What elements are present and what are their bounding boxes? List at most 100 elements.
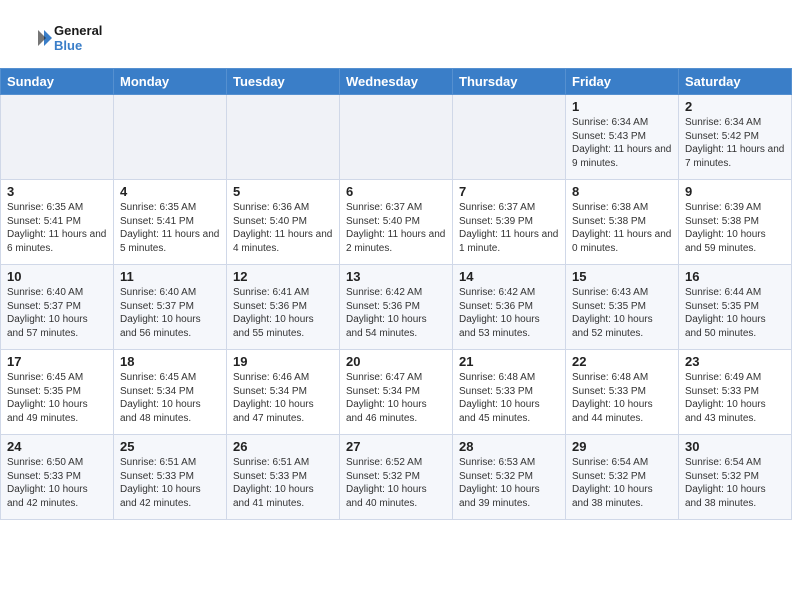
weekday-header: Sunday — [1, 69, 114, 95]
calendar-cell — [1, 95, 114, 180]
logo: General Blue — [24, 18, 114, 58]
calendar-cell — [453, 95, 566, 180]
day-content: Sunrise: 6:53 AM Sunset: 5:32 PM Dayligh… — [459, 456, 559, 510]
day-number: 7 — [459, 184, 559, 199]
day-content: Sunrise: 6:38 AM Sunset: 5:38 PM Dayligh… — [572, 201, 672, 255]
calendar-cell — [227, 95, 340, 180]
calendar-cell: 4 Sunrise: 6:35 AM Sunset: 5:41 PM Daylig… — [114, 180, 227, 265]
calendar-table: SundayMondayTuesdayWednesdayThursdayFrid… — [0, 68, 792, 520]
calendar-cell: 3Sunrise: 6:35 AM Sunset: 5:41 PM Daylig… — [1, 180, 114, 265]
day-content: Sunrise: 6:34 AM Sunset: 5:43 PM Dayligh… — [572, 116, 672, 170]
day-number: 20 — [346, 354, 446, 369]
weekday-header: Friday — [566, 69, 679, 95]
day-content: Sunrise: 6:41 AM Sunset: 5:36 PM Dayligh… — [233, 286, 333, 340]
day-number: 6 — [346, 184, 446, 199]
weekday-header: Saturday — [679, 69, 792, 95]
calendar-cell: 7Sunrise: 6:37 AM Sunset: 5:39 PM Daylig… — [453, 180, 566, 265]
day-number: 22 — [572, 354, 672, 369]
calendar-cell: 11 Sunrise: 6:40 AM Sunset: 5:37 PM Dayli… — [114, 265, 227, 350]
calendar-cell: 30 Sunrise: 6:54 AM Sunset: 5:32 PM Dayli… — [679, 435, 792, 520]
day-number: 28 — [459, 439, 559, 454]
calendar-cell: 29 Sunrise: 6:54 AM Sunset: 5:32 PM Dayli… — [566, 435, 679, 520]
calendar-cell: 26 Sunrise: 6:51 AM Sunset: 5:33 PM Dayli… — [227, 435, 340, 520]
calendar-cell: 22Sunrise: 6:48 AM Sunset: 5:33 PM Dayli… — [566, 350, 679, 435]
day-number: 11 — [120, 269, 220, 284]
day-content: Sunrise: 6:45 AM Sunset: 5:35 PM Dayligh… — [7, 371, 107, 425]
day-number: 24 — [7, 439, 107, 454]
weekday-header: Tuesday — [227, 69, 340, 95]
day-content: Sunrise: 6:40 AM Sunset: 5:37 PM Dayligh… — [120, 286, 220, 340]
day-number: 18 — [120, 354, 220, 369]
weekday-row: SundayMondayTuesdayWednesdayThursdayFrid… — [1, 69, 792, 95]
calendar-cell: 12 Sunrise: 6:41 AM Sunset: 5:36 PM Dayli… — [227, 265, 340, 350]
day-number: 17 — [7, 354, 107, 369]
day-content: Sunrise: 6:51 AM Sunset: 5:33 PM Dayligh… — [120, 456, 220, 510]
day-content: Sunrise: 6:36 AM Sunset: 5:40 PM Dayligh… — [233, 201, 333, 255]
calendar-body: 1 Sunrise: 6:34 AM Sunset: 5:43 PM Daylig… — [1, 95, 792, 520]
calendar-cell: 24 Sunrise: 6:50 AM Sunset: 5:33 PM Dayli… — [1, 435, 114, 520]
day-number: 1 — [572, 99, 672, 114]
day-content: Sunrise: 6:43 AM Sunset: 5:35 PM Dayligh… — [572, 286, 672, 340]
day-content: Sunrise: 6:42 AM Sunset: 5:36 PM Dayligh… — [346, 286, 446, 340]
day-content: Sunrise: 6:40 AM Sunset: 5:37 PM Dayligh… — [7, 286, 107, 340]
day-content: Sunrise: 6:51 AM Sunset: 5:33 PM Dayligh… — [233, 456, 333, 510]
calendar-cell: 9 Sunrise: 6:39 AM Sunset: 5:38 PM Daylig… — [679, 180, 792, 265]
calendar-cell: 13Sunrise: 6:42 AM Sunset: 5:36 PM Dayli… — [340, 265, 453, 350]
day-content: Sunrise: 6:39 AM Sunset: 5:38 PM Dayligh… — [685, 201, 785, 255]
day-number: 29 — [572, 439, 672, 454]
day-number: 30 — [685, 439, 785, 454]
calendar-cell: 14 Sunrise: 6:42 AM Sunset: 5:36 PM Dayli… — [453, 265, 566, 350]
calendar-cell — [114, 95, 227, 180]
weekday-header: Monday — [114, 69, 227, 95]
calendar-cell: 1 Sunrise: 6:34 AM Sunset: 5:43 PM Daylig… — [566, 95, 679, 180]
calendar-cell: 10 Sunrise: 6:40 AM Sunset: 5:37 PM Dayli… — [1, 265, 114, 350]
day-content: Sunrise: 6:54 AM Sunset: 5:32 PM Dayligh… — [685, 456, 785, 510]
calendar-cell: 5 Sunrise: 6:36 AM Sunset: 5:40 PM Daylig… — [227, 180, 340, 265]
day-content: Sunrise: 6:37 AM Sunset: 5:40 PM Dayligh… — [346, 201, 446, 255]
calendar-cell: 15 Sunrise: 6:43 AM Sunset: 5:35 PM Dayli… — [566, 265, 679, 350]
calendar-cell: 27Sunrise: 6:52 AM Sunset: 5:32 PM Dayli… — [340, 435, 453, 520]
day-content: Sunrise: 6:42 AM Sunset: 5:36 PM Dayligh… — [459, 286, 559, 340]
day-number: 26 — [233, 439, 333, 454]
svg-text:General: General — [54, 23, 102, 38]
calendar-week-row: 24 Sunrise: 6:50 AM Sunset: 5:33 PM Dayli… — [1, 435, 792, 520]
day-content: Sunrise: 6:50 AM Sunset: 5:33 PM Dayligh… — [7, 456, 107, 510]
weekday-header: Thursday — [453, 69, 566, 95]
day-number: 16 — [685, 269, 785, 284]
calendar-cell — [340, 95, 453, 180]
day-number: 19 — [233, 354, 333, 369]
day-number: 8 — [572, 184, 672, 199]
calendar-cell: 20 Sunrise: 6:47 AM Sunset: 5:34 PM Dayli… — [340, 350, 453, 435]
svg-text:Blue: Blue — [54, 38, 82, 53]
calendar-cell: 8 Sunrise: 6:38 AM Sunset: 5:38 PM Daylig… — [566, 180, 679, 265]
calendar-cell: 23Sunrise: 6:49 AM Sunset: 5:33 PM Dayli… — [679, 350, 792, 435]
weekday-header: Wednesday — [340, 69, 453, 95]
day-number: 10 — [7, 269, 107, 284]
day-number: 21 — [459, 354, 559, 369]
calendar-cell: 6 Sunrise: 6:37 AM Sunset: 5:40 PM Daylig… — [340, 180, 453, 265]
day-number: 5 — [233, 184, 333, 199]
calendar-cell: 19 Sunrise: 6:46 AM Sunset: 5:34 PM Dayli… — [227, 350, 340, 435]
day-content: Sunrise: 6:35 AM Sunset: 5:41 PM Dayligh… — [120, 201, 220, 255]
calendar-week-row: 10 Sunrise: 6:40 AM Sunset: 5:37 PM Dayli… — [1, 265, 792, 350]
day-number: 2 — [685, 99, 785, 114]
day-number: 9 — [685, 184, 785, 199]
day-number: 4 — [120, 184, 220, 199]
day-number: 3 — [7, 184, 107, 199]
calendar-cell: 16Sunrise: 6:44 AM Sunset: 5:35 PM Dayli… — [679, 265, 792, 350]
day-number: 27 — [346, 439, 446, 454]
day-number: 12 — [233, 269, 333, 284]
day-number: 14 — [459, 269, 559, 284]
day-content: Sunrise: 6:47 AM Sunset: 5:34 PM Dayligh… — [346, 371, 446, 425]
calendar-cell: 21Sunrise: 6:48 AM Sunset: 5:33 PM Dayli… — [453, 350, 566, 435]
day-number: 15 — [572, 269, 672, 284]
day-number: 23 — [685, 354, 785, 369]
day-number: 25 — [120, 439, 220, 454]
day-content: Sunrise: 6:54 AM Sunset: 5:32 PM Dayligh… — [572, 456, 672, 510]
day-content: Sunrise: 6:45 AM Sunset: 5:34 PM Dayligh… — [120, 371, 220, 425]
day-content: Sunrise: 6:34 AM Sunset: 5:42 PM Dayligh… — [685, 116, 785, 170]
calendar-week-row: 1 Sunrise: 6:34 AM Sunset: 5:43 PM Daylig… — [1, 95, 792, 180]
day-content: Sunrise: 6:46 AM Sunset: 5:34 PM Dayligh… — [233, 371, 333, 425]
logo-svg: General Blue — [24, 18, 114, 58]
calendar-cell: 17 Sunrise: 6:45 AM Sunset: 5:35 PM Dayli… — [1, 350, 114, 435]
